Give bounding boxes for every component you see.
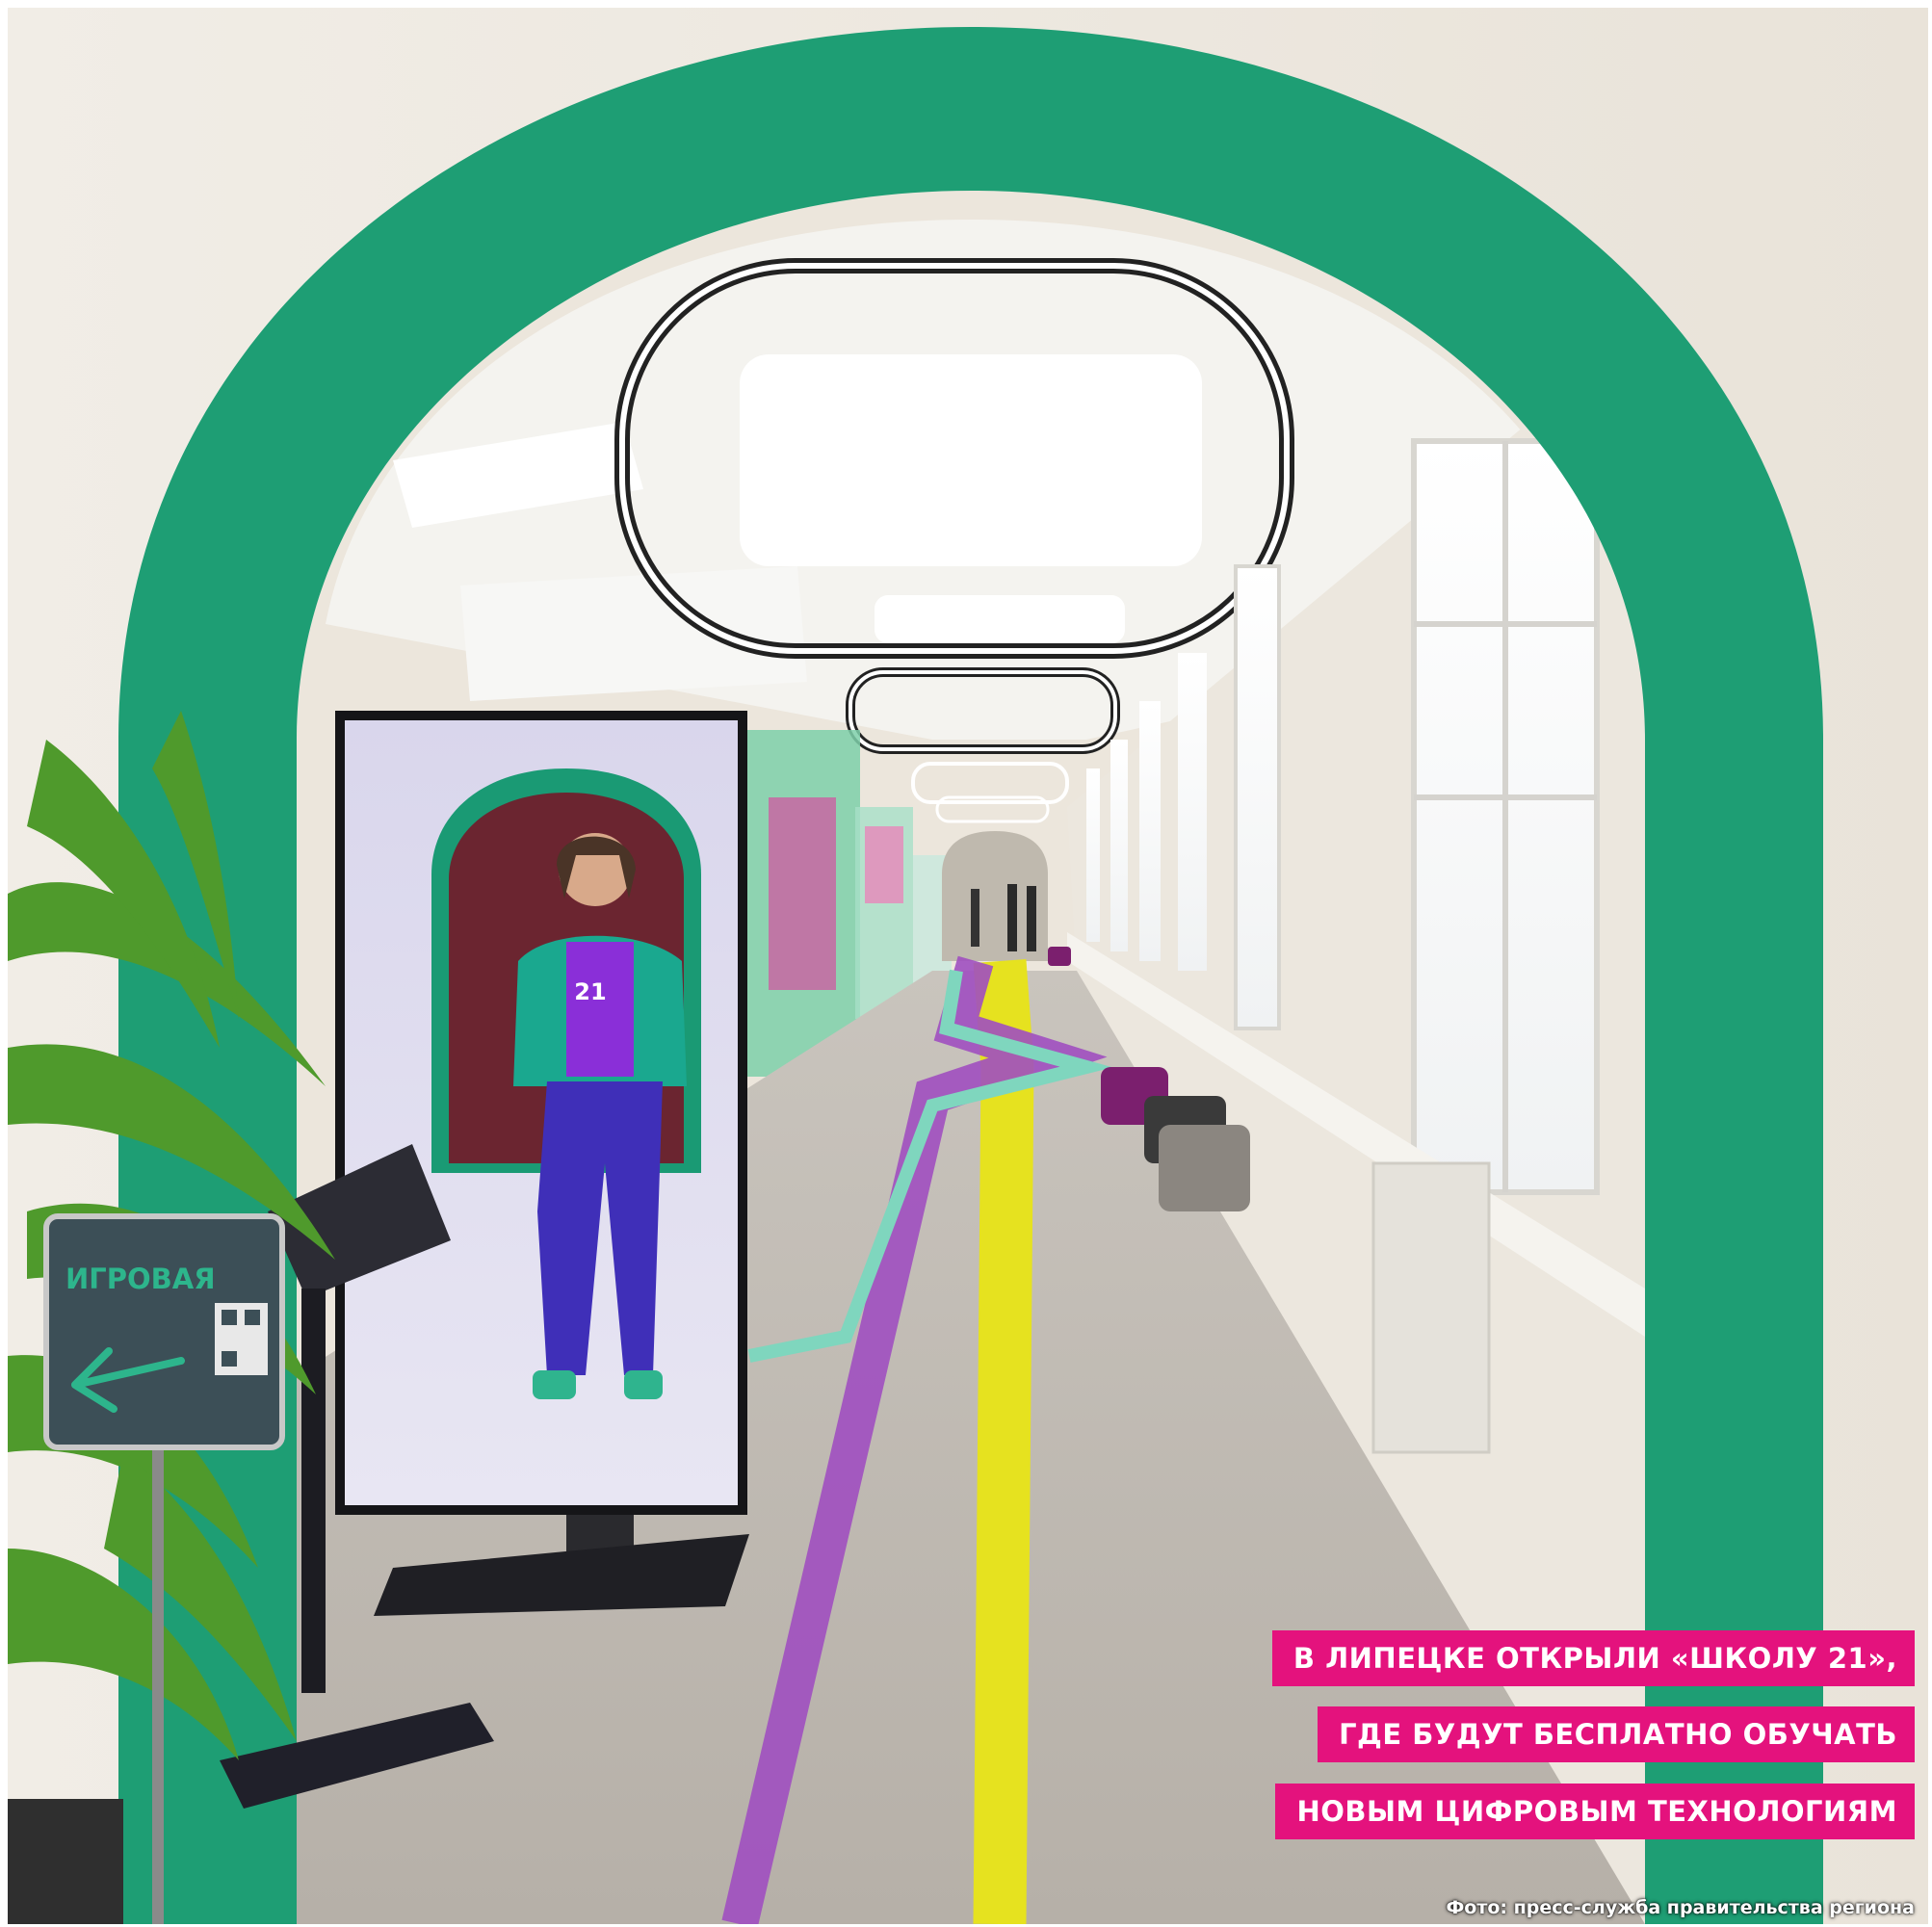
headline-line-3: НОВЫМ ЦИФРОВЫМ ТЕХНОЛОГИЯМ xyxy=(1275,1784,1915,1839)
far-person xyxy=(971,889,979,947)
headline-line-2: ГДЕ БУДУТ БЕСПЛАТНО ОБУЧАТЬ xyxy=(1318,1706,1915,1762)
qr-code-detail xyxy=(222,1351,237,1367)
kiosk-pole xyxy=(301,1289,326,1693)
window xyxy=(1086,768,1100,942)
pouf xyxy=(1048,947,1071,966)
sign-post xyxy=(152,1414,164,1924)
avatar-shoe xyxy=(624,1370,663,1399)
floor-line-yellow xyxy=(973,959,1034,1924)
ceiling-panel xyxy=(460,566,807,701)
avatar-shoe xyxy=(533,1370,576,1399)
window xyxy=(1234,564,1281,1030)
headline-line-1: В ЛИПЕЦКЕ ОТКРЫЛИ «ШКОЛУ 21», xyxy=(1271,1630,1915,1686)
photo-credit: Фото: пресс-служба правительства региона xyxy=(1446,1897,1915,1918)
far-person xyxy=(1027,886,1036,951)
window xyxy=(1178,653,1207,971)
far-person xyxy=(1007,884,1017,951)
sign-text: ИГРОВАЯ xyxy=(65,1263,216,1295)
glass-room-accent xyxy=(769,797,836,990)
screen-logo: 21 xyxy=(574,978,606,1005)
qr-code-detail xyxy=(245,1310,260,1325)
ceiling-panel xyxy=(740,354,1202,566)
ceiling-panel xyxy=(875,595,1125,643)
qr-code-detail xyxy=(222,1310,237,1325)
radiator xyxy=(1371,1161,1491,1454)
photo-frame: 21 ИГРОВАЯ В ЛИПЕЦКЕ ОТКРЫЛИ «ШКОЛУ 21», xyxy=(8,8,1928,1924)
avatar-hoodie xyxy=(566,942,634,1077)
window xyxy=(1110,740,1128,951)
window xyxy=(1139,701,1161,961)
plant-pot xyxy=(8,1799,123,1924)
glass-room-accent xyxy=(865,826,903,903)
pouf xyxy=(1159,1125,1250,1211)
